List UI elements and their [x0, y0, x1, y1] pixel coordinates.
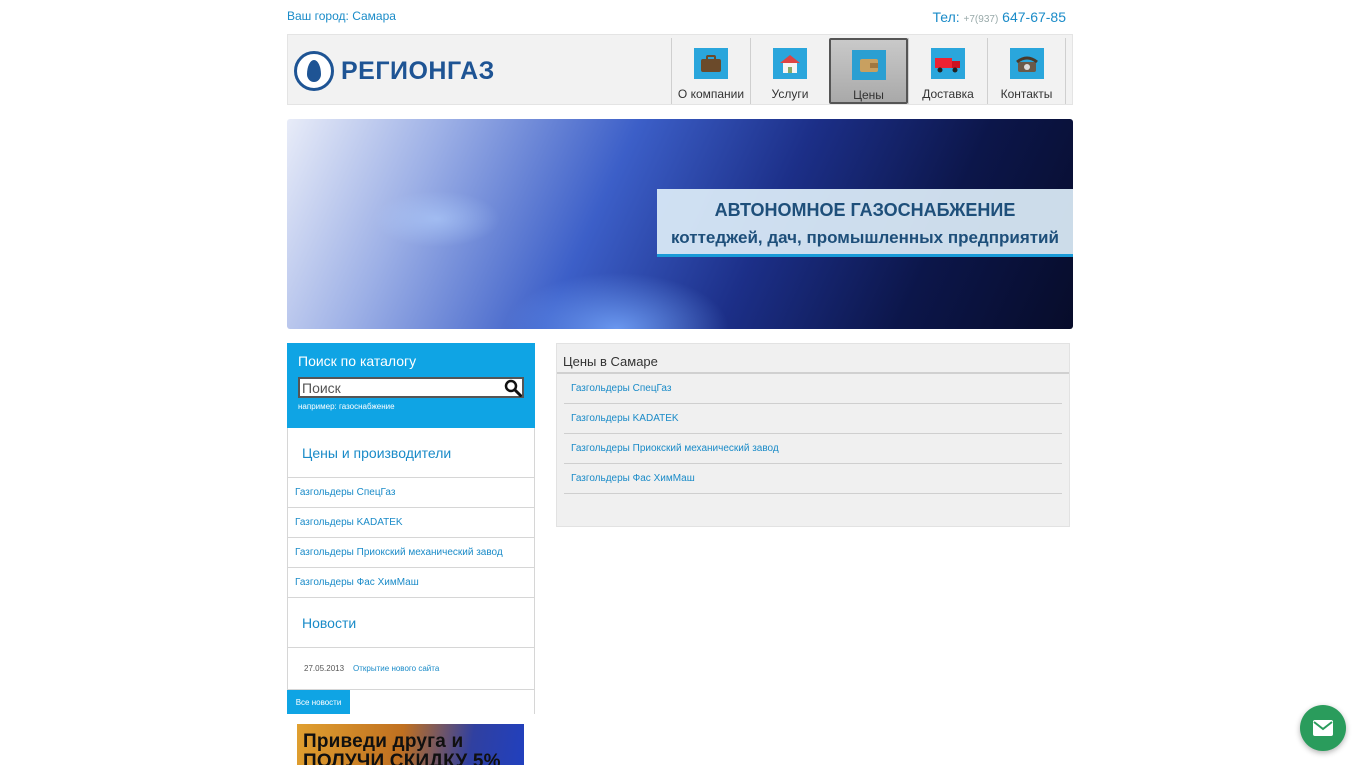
- promo-line1: Приведи друга и: [303, 731, 464, 752]
- city-selector[interactable]: Ваш город: Самара: [287, 9, 396, 23]
- nav-label-services: Услуги: [771, 87, 809, 101]
- news-item: 27.05.2013 Открытие нового сайта: [288, 648, 534, 690]
- all-news-row: Все новости: [287, 690, 534, 714]
- main-content: Цены в Самаре Газгольдеры СпецГаз Газгол…: [556, 343, 1070, 527]
- price-list: Газгольдеры СпецГаз Газгольдеры KADATEK …: [557, 374, 1069, 494]
- nav-label-prices: Цены: [853, 88, 884, 102]
- nav-item-prices[interactable]: Цены: [829, 38, 908, 104]
- promo-line2: ПОЛУЧИ СКИДКУ 5%: [303, 751, 501, 765]
- nav-label-about: О компании: [677, 87, 745, 101]
- sidebar-link[interactable]: Газгольдеры Приокский механический завод: [288, 538, 534, 568]
- search-row: [298, 377, 524, 398]
- news-date: 27.05.2013: [304, 664, 345, 673]
- catalog-search: Поиск по каталогу например: газоснабжени…: [287, 343, 535, 428]
- news-link[interactable]: Открытие нового сайта: [353, 664, 439, 673]
- list-item[interactable]: Газгольдеры Фас ХимМаш: [564, 464, 1062, 494]
- nav-label-contacts: Контакты: [1000, 87, 1053, 101]
- banner-subtitle: коттеджей, дач, промышленных предприятий: [671, 228, 1059, 247]
- news-block: Новости 27.05.2013 Открытие нового сайта…: [287, 598, 535, 714]
- phone: Тел: +7(937) 647-67-85: [932, 9, 1066, 25]
- truck-icon: [931, 48, 965, 79]
- sidebar-link[interactable]: Газгольдеры Фас ХимМаш: [288, 568, 534, 598]
- house-icon: [773, 48, 807, 79]
- search-button[interactable]: [503, 377, 523, 398]
- list-item[interactable]: Газгольдеры KADATEK: [564, 404, 1062, 434]
- top-bar: Ваш город: Самара Тел: +7(937) 647-67-85: [287, 0, 1073, 34]
- phone-number: 647-67-85: [1002, 9, 1066, 25]
- nav-item-about[interactable]: О компании: [671, 38, 750, 104]
- search-title: Поиск по каталогу: [298, 353, 417, 369]
- page-title: Цены в Самаре: [557, 344, 1069, 374]
- phone-code: +7(937): [963, 14, 999, 25]
- search-icon: [504, 379, 522, 397]
- logo-text: РЕГИОНГАЗ: [341, 56, 495, 85]
- mail-button[interactable]: [1300, 705, 1346, 751]
- nav-label-delivery: Доставка: [922, 87, 974, 101]
- banner-caption: АВТОНОМНОЕ ГАЗОСНАБЖЕНИЕ коттеджей, дач,…: [657, 189, 1073, 257]
- list-item[interactable]: Газгольдеры СпецГаз: [564, 374, 1062, 404]
- site-header: РЕГИОНГАЗ О компании Услуги Цены Доставк…: [287, 34, 1073, 105]
- hero-banner: АВТОНОМНОЕ ГАЗОСНАБЖЕНИЕ коттеджей, дач,…: [287, 119, 1073, 329]
- main-nav: О компании Услуги Цены Доставка Контакты: [671, 38, 1066, 104]
- wallet-icon: [851, 50, 886, 80]
- promo-banner[interactable]: Приведи друга и ПОЛУЧИ СКИДКУ 5%: [297, 724, 524, 765]
- city-label: Ваш город:: [287, 9, 349, 23]
- nav-item-contacts[interactable]: Контакты: [987, 38, 1066, 104]
- search-input[interactable]: [298, 377, 524, 398]
- city-name[interactable]: Самара: [352, 9, 396, 23]
- flame-logo-icon: [294, 51, 334, 91]
- prices-heading: Цены и производители: [288, 428, 534, 478]
- nav-item-delivery[interactable]: Доставка: [908, 38, 987, 104]
- search-hint: например: газоснабжение: [298, 402, 395, 411]
- phone-label: Тел:: [932, 9, 960, 25]
- news-heading[interactable]: Новости: [288, 598, 534, 648]
- sidebar-link[interactable]: Газгольдеры KADATEK: [288, 508, 534, 538]
- nav-item-services[interactable]: Услуги: [750, 38, 829, 104]
- logo[interactable]: РЕГИОНГАЗ: [294, 51, 495, 91]
- prices-block: Цены и производители Газгольдеры СпецГаз…: [287, 428, 535, 598]
- all-news-button[interactable]: Все новости: [287, 690, 350, 714]
- mail-icon: [1313, 720, 1333, 736]
- briefcase-icon: [694, 48, 728, 79]
- banner-title: АВТОНОМНОЕ ГАЗОСНАБЖЕНИЕ: [714, 200, 1016, 220]
- phone-icon: [1009, 48, 1044, 79]
- sidebar-link[interactable]: Газгольдеры СпецГаз: [288, 478, 534, 508]
- list-item[interactable]: Газгольдеры Приокский механический завод: [564, 434, 1062, 464]
- page-wrapper: Ваш город: Самара Тел: +7(937) 647-67-85…: [287, 0, 1073, 765]
- sidebar: Поиск по каталогу например: газоснабжени…: [287, 343, 535, 765]
